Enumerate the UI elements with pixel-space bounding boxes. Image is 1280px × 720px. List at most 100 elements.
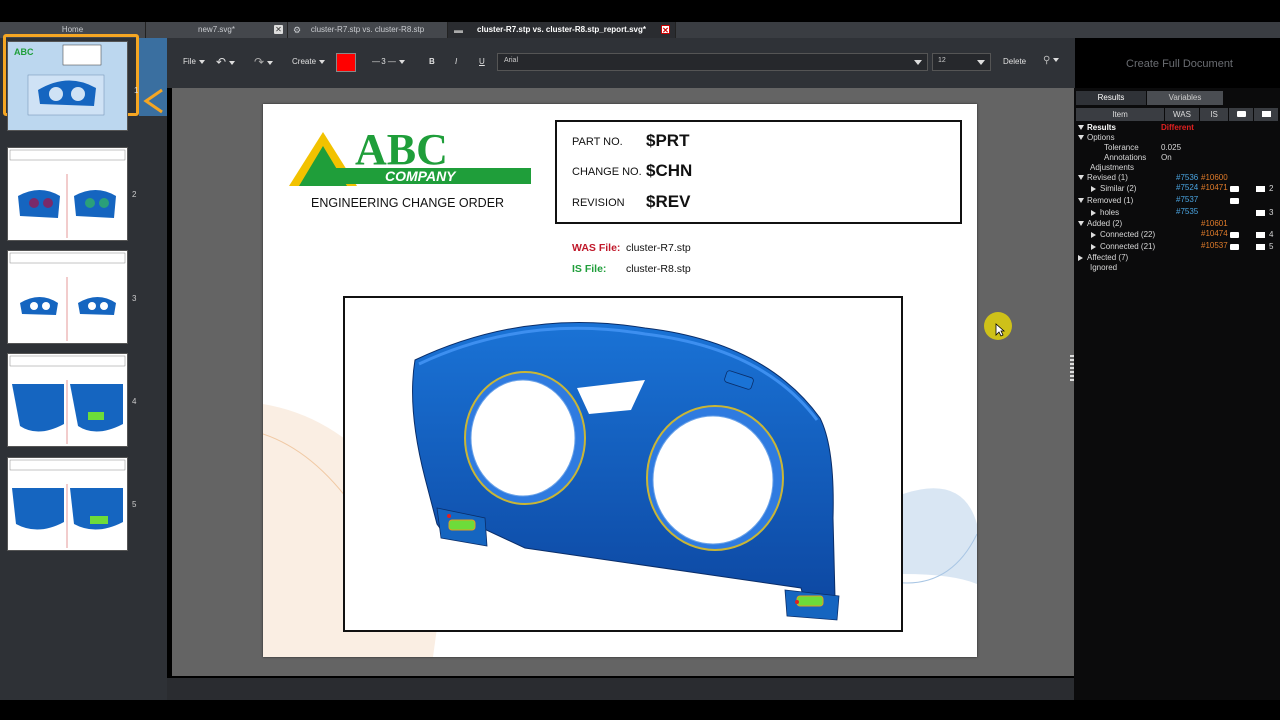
file-menu[interactable]: File [183, 57, 205, 66]
italic-button[interactable]: I [455, 57, 457, 66]
tree-row-similar[interactable]: Similar (2) [1091, 184, 1136, 193]
redo-button[interactable]: ↷ [254, 55, 274, 69]
line-icon: — [372, 57, 380, 66]
font-size-value: 12 [938, 57, 946, 64]
tree-row-options[interactable]: Options [1078, 133, 1115, 142]
camera-icon[interactable] [1230, 186, 1239, 192]
part-info-box: PART NO. $PRT CHANGE NO. $CHN REVISION $… [555, 120, 962, 224]
tab-report[interactable]: ▬ cluster-R7.stp vs. cluster-R8.stp_repo… [448, 22, 676, 38]
tree-row-adjustments[interactable]: Adjustments [1090, 163, 1134, 172]
expand-icon [1078, 221, 1084, 227]
connected22-is-id[interactable]: #10474 [1201, 229, 1228, 238]
color-swatch[interactable] [336, 53, 356, 72]
delete-button[interactable]: Delete [1003, 57, 1026, 66]
line-width-select[interactable]: — 3 — [372, 57, 405, 66]
font-family-select[interactable]: Arial [497, 53, 928, 71]
thumbnail-number: 3 [132, 294, 137, 303]
tab-comparison[interactable]: ⚙ cluster-R7.stp vs. cluster-R8.stp [288, 22, 448, 38]
camera-icon[interactable] [1230, 198, 1239, 204]
font-family-value: Arial [504, 57, 519, 64]
logo-main-text: ABC [355, 125, 448, 174]
zoom-button[interactable]: ⚲ [1043, 55, 1060, 66]
camera-icon[interactable] [1230, 244, 1239, 250]
tree-row-affected[interactable]: Affected (7) [1078, 253, 1128, 262]
column-header-was[interactable]: WAS [1165, 108, 1199, 121]
tree-row-tolerance[interactable]: Tolerance [1104, 143, 1139, 152]
tolerance-value: 0.025 [1161, 143, 1182, 152]
expand-icon [1078, 135, 1084, 141]
similar-was-id[interactable]: #7524 [1176, 183, 1198, 192]
collapse-icon [1091, 185, 1096, 192]
thumbnail-page-2[interactable] [8, 148, 127, 240]
tree-label: Revised (1) [1087, 173, 1128, 182]
thumbnail-page-1[interactable]: ABC [8, 42, 127, 130]
thumbnail-page-3[interactable] [8, 251, 127, 343]
tree-label: Connected (21) [1100, 242, 1156, 251]
added-is-id[interactable]: #10601 [1201, 219, 1228, 228]
column-header-camera[interactable] [1229, 108, 1253, 121]
gear-icon: ⚙ [293, 25, 302, 35]
was-file-label: WAS File: [572, 242, 621, 254]
create-full-document-button[interactable]: Create Full Document [1126, 58, 1233, 70]
underline-button[interactable]: U [479, 57, 485, 66]
revision-label: REVISION [572, 197, 625, 209]
tree-label: Results [1087, 123, 1116, 132]
collapse-icon [1091, 209, 1096, 216]
chevron-down-icon [1053, 58, 1060, 63]
close-icon[interactable]: ✕ [661, 25, 670, 35]
similar-is-id[interactable]: #10471 [1201, 183, 1228, 192]
bold-button[interactable]: B [429, 57, 435, 66]
holes-count: 3 [1269, 208, 1274, 217]
tree-row-removed[interactable]: Removed (1) [1078, 196, 1133, 205]
tree-row-connected-22[interactable]: Connected (22) [1091, 230, 1155, 239]
thumbnail-page-5[interactable] [8, 458, 127, 550]
part-no-label: PART NO. [572, 136, 623, 148]
tab-label: new7.svg* [198, 25, 235, 34]
tab-variables[interactable]: Variables [1147, 91, 1223, 105]
annotations-value: On [1161, 153, 1172, 162]
create-menu[interactable]: Create [292, 57, 326, 66]
tree-row-added[interactable]: Added (2) [1078, 219, 1122, 228]
thumbnail-preview: ABC [14, 44, 105, 116]
thumbnail-page-4[interactable] [8, 354, 127, 446]
was-file-value: cluster-R7.stp [626, 242, 691, 254]
tree-row-results[interactable]: Results [1078, 123, 1116, 132]
tab-label: cluster-R7.stp vs. cluster-R8.stp_report… [477, 25, 646, 34]
camera-icon[interactable] [1230, 232, 1239, 238]
chevron-down-icon [977, 60, 985, 65]
redo-icon: ↷ [254, 55, 265, 69]
close-icon[interactable]: ✕ [274, 25, 283, 34]
expand-icon [1078, 125, 1084, 131]
tab-new7[interactable]: new7.svg* ✕ [146, 22, 288, 38]
chevron-down-icon [267, 60, 274, 65]
revised-is-id[interactable]: #10600 [1201, 173, 1228, 182]
connected21-is-id[interactable]: #10537 [1201, 241, 1228, 250]
column-header-item[interactable]: Item [1076, 108, 1164, 121]
thumbnail-number: 4 [132, 397, 137, 406]
undo-button[interactable]: ↶ [216, 55, 236, 69]
tree-row-connected-21[interactable]: Connected (21) [1091, 242, 1155, 251]
chevron-down-icon [319, 59, 326, 64]
report-page: ABC COMPANY ENGINEERING CHANGE ORDER PAR… [263, 104, 977, 657]
folder-icon[interactable] [1256, 186, 1265, 192]
tab-results[interactable]: Results [1076, 91, 1146, 105]
collapse-icon [1078, 254, 1083, 261]
removed-was-id[interactable]: #7537 [1176, 195, 1198, 204]
tree-row-revised[interactable]: Revised (1) [1078, 173, 1128, 182]
chevron-down-icon [229, 60, 236, 65]
instrument-cluster-part [412, 322, 840, 621]
similar-count: 2 [1269, 184, 1274, 193]
tree-row-ignored[interactable]: Ignored [1090, 263, 1117, 272]
folder-icon[interactable] [1256, 232, 1265, 238]
holes-was-id[interactable]: #7535 [1176, 207, 1198, 216]
camera-icon [1236, 111, 1246, 117]
tree-row-holes[interactable]: holes [1091, 208, 1119, 217]
column-header-folder[interactable] [1254, 108, 1278, 121]
font-size-select[interactable]: 12 [932, 53, 991, 71]
folder-icon[interactable] [1256, 210, 1265, 216]
revised-was-id[interactable]: #7536 [1176, 173, 1198, 182]
magnifier-icon: ⚲ [1043, 55, 1051, 66]
column-header-is[interactable]: IS [1200, 108, 1228, 121]
folder-icon[interactable] [1256, 244, 1265, 250]
tree-row-annotations[interactable]: Annotations [1104, 153, 1146, 162]
